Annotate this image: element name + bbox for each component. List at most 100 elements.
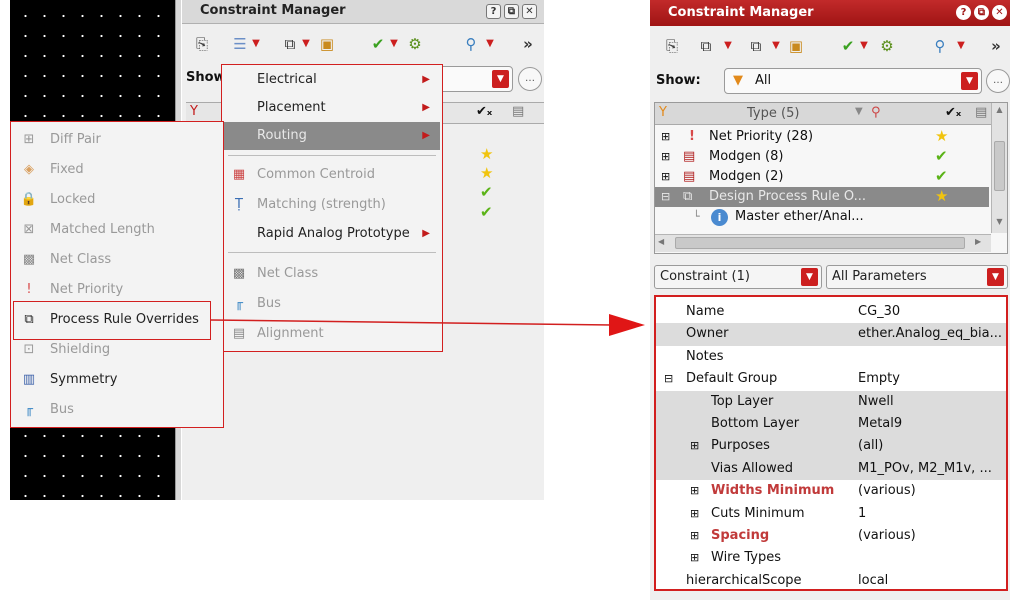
menu-item-rapid-analog-prototype[interactable]: Rapid Analog Prototype ▶: [222, 220, 440, 248]
gear-icon[interactable]: ⚙: [405, 34, 425, 54]
menu-item-placement[interactable]: Placement ▶: [222, 94, 440, 122]
tree-row-selected[interactable]: ⊟ ⧉ Design Process Rule O... ★: [655, 187, 989, 207]
scroll-right-icon[interactable]: ▶: [975, 237, 981, 246]
filter-icon[interactable]: Y: [190, 104, 198, 119]
expand-icon[interactable]: ⊞: [690, 547, 699, 570]
menu-item-bus[interactable]: ╓ Bus: [11, 395, 221, 425]
more-icon[interactable]: »: [518, 34, 538, 54]
more-icon[interactable]: »: [986, 36, 1006, 56]
book-icon[interactable]: ▣: [317, 34, 337, 54]
scroll-thumb[interactable]: [675, 237, 965, 249]
property-row[interactable]: ⊞ Spacing (various): [656, 525, 1006, 548]
menu-item-matched-length[interactable]: ⊠ Matched Length: [11, 215, 221, 245]
menu-item-routing[interactable]: Routing ▶: [222, 122, 440, 150]
menu-item-symmetry[interactable]: ▥ Symmetry: [11, 365, 221, 395]
scroll-up-icon[interactable]: ▲: [994, 105, 1005, 117]
left-options-button[interactable]: …: [518, 67, 542, 91]
property-value[interactable]: (all): [858, 435, 1004, 458]
expand-icon[interactable]: ⊞: [690, 503, 699, 526]
property-value[interactable]: local: [858, 570, 1004, 589]
help-icon[interactable]: ?: [486, 4, 501, 19]
tree-row[interactable]: ⊞ ▤ Modgen (8) ✔: [655, 147, 989, 167]
property-row[interactable]: Bottom Layer Metal9: [656, 413, 1006, 436]
scroll-down-icon[interactable]: ▼: [994, 217, 1005, 229]
book-icon[interactable]: ▣: [786, 36, 806, 56]
expand-icon[interactable]: ⊞: [661, 127, 670, 147]
type-column-header[interactable]: Type (5): [747, 106, 799, 121]
property-row[interactable]: ⊞ Purposes (all): [656, 435, 1006, 458]
property-row[interactable]: Owner ether.Analog_eq_bia...: [656, 323, 1006, 346]
property-row[interactable]: ⊞ Wire Types: [656, 547, 1006, 570]
menu-item-diff-pair[interactable]: ⊞ Diff Pair: [11, 125, 221, 155]
property-row[interactable]: Name CG_30: [656, 301, 1006, 324]
property-value[interactable]: 1: [858, 503, 1004, 526]
menu-item-fixed[interactable]: ◈ Fixed: [11, 155, 221, 185]
process-rule-icon[interactable]: ⧉: [746, 36, 766, 56]
property-row[interactable]: ⊟ Default Group Empty: [656, 368, 1006, 391]
expand-icon[interactable]: ⊞: [690, 435, 699, 458]
chevron-down-icon[interactable]: ▼: [251, 34, 261, 54]
property-value[interactable]: (various): [858, 525, 1004, 548]
property-value[interactable]: Empty: [858, 368, 1004, 391]
help-icon[interactable]: ?: [956, 5, 971, 20]
scroll-left-icon[interactable]: ◀: [658, 237, 664, 246]
tree-horizontal-scrollbar[interactable]: ◀ ▶: [655, 234, 991, 252]
property-row[interactable]: Top Layer Nwell: [656, 390, 1006, 414]
menu-item-net-class[interactable]: ▩ Net Class: [11, 245, 221, 275]
expand-icon[interactable]: ⊞: [661, 167, 670, 187]
chevron-down-icon[interactable]: ▼: [301, 34, 311, 54]
collapse-icon[interactable]: ⊟: [664, 368, 673, 391]
property-row[interactable]: ⊞ Widths Minimum (various): [656, 480, 1006, 503]
property-value[interactable]: ether.Analog_eq_bia...: [858, 323, 1004, 346]
property-row[interactable]: ⊞ Cuts Minimum 1: [656, 503, 1006, 526]
float-window-icon[interactable]: ⧉: [974, 5, 989, 20]
copy-icon[interactable]: ⎘: [662, 36, 682, 56]
menu-item-electrical[interactable]: Electrical ▶: [222, 66, 440, 94]
menu-item-net-class[interactable]: ▩ Net Class: [222, 260, 440, 288]
menu-item-common-centroid[interactable]: ▦ Common Centroid: [222, 161, 440, 189]
tree-row[interactable]: ⊞ ! Net Priority (28) ★: [655, 127, 989, 147]
chevron-down-icon[interactable]: ▼: [956, 36, 966, 56]
hierarchy-icon[interactable]: ⚲: [871, 105, 881, 120]
float-window-icon[interactable]: ⧉: [504, 4, 519, 19]
constraint-type-icon[interactable]: ☰: [230, 34, 250, 54]
property-value[interactable]: Nwell: [858, 391, 1004, 414]
property-row[interactable]: Vias Allowed M1_POv, M2_M1v, ...: [656, 457, 1006, 481]
property-value[interactable]: CG_30: [858, 301, 1004, 324]
copy-icon[interactable]: ⎘: [192, 34, 212, 54]
tree-row[interactable]: ⊞ ▤ Modgen (2) ✔: [655, 167, 989, 187]
chevron-down-icon[interactable]: ▼: [855, 106, 863, 117]
tree-vertical-scrollbar[interactable]: ▲ ▼: [991, 103, 1007, 233]
collapse-icon[interactable]: ⊟: [661, 187, 670, 207]
hierarchy-icon[interactable]: ⚲: [930, 36, 950, 56]
chevron-down-icon[interactable]: ▼: [801, 268, 818, 286]
check-icon[interactable]: ✔: [368, 34, 388, 54]
options-button[interactable]: …: [986, 69, 1010, 93]
chevron-down-icon[interactable]: ▼: [723, 36, 733, 56]
chevron-down-icon[interactable]: ▼: [771, 36, 781, 56]
gear-icon[interactable]: ⚙: [877, 36, 897, 56]
check-icon[interactable]: ✔: [838, 36, 858, 56]
menu-item-matching-strength[interactable]: Ṭ Matching (strength): [222, 191, 440, 219]
property-value[interactable]: M1_POv, M2_M1v, ...: [858, 458, 1004, 481]
tree-row[interactable]: └ i Master ether/Anal...: [655, 207, 989, 227]
close-icon[interactable]: ✕: [992, 5, 1007, 20]
menu-item-locked[interactable]: 🔒 Locked: [11, 185, 221, 215]
close-icon[interactable]: ✕: [522, 4, 537, 19]
chevron-down-icon[interactable]: ▼: [389, 34, 399, 54]
process-rule-icon[interactable]: ⧉: [280, 34, 300, 54]
filter-icon[interactable]: Y: [659, 105, 667, 120]
show-filter-select[interactable]: ▼ All ▼: [724, 68, 982, 94]
property-row[interactable]: hierarchicalScope local: [656, 570, 1006, 589]
chevron-down-icon[interactable]: ▼: [987, 268, 1004, 286]
property-row[interactable]: Notes: [656, 346, 1006, 369]
property-value[interactable]: (various): [858, 480, 1004, 503]
property-value[interactable]: Metal9: [858, 413, 1004, 436]
notes-icon[interactable]: ▤: [512, 104, 524, 119]
parameters-select[interactable]: All Parameters ▼: [826, 265, 1008, 289]
expand-icon[interactable]: ⊞: [661, 147, 670, 167]
hierarchy-icon[interactable]: ⚲: [461, 34, 481, 54]
chevron-down-icon[interactable]: ▼: [961, 72, 978, 90]
chevron-down-icon[interactable]: ▼: [485, 34, 495, 54]
scroll-thumb[interactable]: [994, 141, 1005, 191]
